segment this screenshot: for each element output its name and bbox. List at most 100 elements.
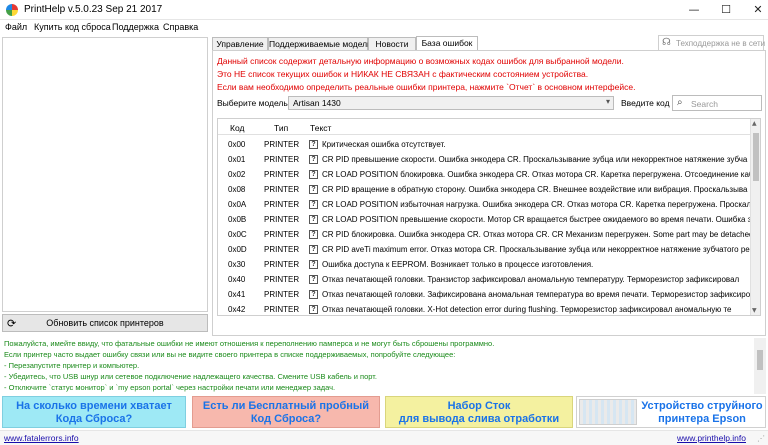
printer-list[interactable] xyxy=(2,37,208,312)
row-type: PRINTER xyxy=(264,230,300,239)
row-code: 0x01 xyxy=(228,155,246,164)
row-code: 0x40 xyxy=(228,275,246,284)
banner-line: Кода Сброса? xyxy=(55,413,133,425)
search-input[interactable]: ⌕ Search xyxy=(672,95,762,111)
row-text: CR LOAD POSITION превышение скорости. Мо… xyxy=(322,215,752,224)
scroll-down-icon[interactable]: ▼ xyxy=(752,307,757,314)
banner-line: На сколько времени хватает xyxy=(16,400,172,412)
row-text: Ошибка доступа к EEPROM. Возникает тольк… xyxy=(322,260,594,269)
title-bar: PrintHelp v.5.0.23 Sep 21 2017 — ☐ ✕ xyxy=(0,0,768,20)
headset-icon: ☊ xyxy=(662,37,671,48)
row-text: Отказ печатающей головки. Зафиксирована … xyxy=(322,290,751,299)
help-icon[interactable]: ? xyxy=(309,305,318,314)
row-type: PRINTER xyxy=(264,200,300,209)
table-scrollbar[interactable]: ▲ ▼ xyxy=(750,119,760,315)
help-icon[interactable]: ? xyxy=(309,290,318,299)
row-code: 0x08 xyxy=(228,185,246,194)
row-code: 0x00 xyxy=(228,140,246,149)
row-text: CR PID aveTi maximum error. Отказ мотора… xyxy=(322,245,750,254)
warning-line: Это НЕ список текущих ошибок и НИКАК НЕ … xyxy=(217,69,589,79)
column-header-type[interactable]: Тип xyxy=(274,123,288,133)
model-label: Выберите модель xyxy=(217,98,288,108)
code-label: Введите код xyxy=(621,98,670,108)
banner-line: принтера Epson xyxy=(658,413,746,425)
row-type: PRINTER xyxy=(264,140,300,149)
model-select[interactable]: Artisan 1430 ▾ xyxy=(288,96,614,110)
info-line: Пожалуйста, имейте ввиду, что фатальные … xyxy=(4,339,495,348)
info-scrollbar-thumb[interactable] xyxy=(757,350,763,370)
refresh-printers-button[interactable]: ⟳ Обновить список принтеров xyxy=(2,314,208,332)
row-code: 0x42 xyxy=(228,305,246,314)
row-type: PRINTER xyxy=(264,185,300,194)
table-row[interactable]: 0x42 PRINTER? Отказ печатающей головки. X-… xyxy=(218,301,752,315)
help-icon[interactable]: ? xyxy=(309,140,318,149)
row-text: CR PID блокировка. Ошибка энкодера CR. О… xyxy=(322,230,754,239)
banner-text: Устройство струйного принтера Epson xyxy=(639,400,765,426)
help-icon[interactable]: ? xyxy=(309,275,318,284)
close-button[interactable]: ✕ xyxy=(740,0,768,20)
row-code: 0x0C xyxy=(228,230,247,239)
row-type: PRINTER xyxy=(264,305,300,314)
maximize-button[interactable]: ☐ xyxy=(708,0,744,20)
tech-support-button[interactable]: ☊ Техподдержка не в сети xyxy=(658,35,765,51)
table-header: Код Тип Текст xyxy=(218,119,752,135)
row-type: PRINTER xyxy=(264,155,300,164)
info-line: - Отключите `статус монитор` и `my epson… xyxy=(4,383,336,392)
row-text: Критическая ошибка отсутствует. xyxy=(322,140,446,149)
row-code: 0x0B xyxy=(228,215,247,224)
menu-help[interactable]: Справка xyxy=(163,22,198,32)
tab-news[interactable]: Новости xyxy=(368,37,416,51)
info-scrollbar[interactable] xyxy=(754,338,766,394)
help-icon[interactable]: ? xyxy=(309,155,318,164)
row-code: 0x41 xyxy=(228,290,246,299)
row-type: PRINTER xyxy=(264,260,300,269)
column-header-text[interactable]: Текст xyxy=(310,123,331,133)
row-code: 0x0D xyxy=(228,245,247,254)
row-text: Отказ печатающей головки. X-Hot detectio… xyxy=(322,305,732,314)
banner-line: для вывода слива отработки xyxy=(398,413,560,425)
banner-line: Есть ли Бесплатный пробный xyxy=(202,400,370,412)
printhelp-link[interactable]: www.printhelp.info xyxy=(677,433,746,443)
row-text: CR LOAD POSITION блокировка. Ошибка энко… xyxy=(322,170,754,179)
banner-line: Код Сброса? xyxy=(250,413,322,425)
info-line: - Перезапустите принтер и компьютер. xyxy=(4,361,140,370)
column-header-code[interactable]: Код xyxy=(230,123,244,133)
tab-error-database[interactable]: База ошибок xyxy=(416,36,478,51)
menu-buy-reset-code[interactable]: Купить код сброса xyxy=(34,22,111,32)
scroll-up-icon[interactable]: ▲ xyxy=(752,120,757,127)
resize-grip-icon[interactable]: ⋰ xyxy=(757,434,765,443)
status-bar: www.fatalerrors.info www.printhelp.info … xyxy=(0,430,768,445)
row-code: 0x0A xyxy=(228,200,247,209)
row-text: CR LOAD POSITION избыточная нагрузка. Ош… xyxy=(322,200,759,209)
row-code: 0x30 xyxy=(228,260,246,269)
help-icon[interactable]: ? xyxy=(309,200,318,209)
scrollbar-thumb[interactable] xyxy=(753,133,759,181)
banner-free-trial-code[interactable]: Есть ли Бесплатный пробный Код Сброса? xyxy=(192,396,380,428)
help-icon[interactable]: ? xyxy=(309,230,318,239)
help-icon[interactable]: ? xyxy=(309,170,318,179)
banner-reset-code-duration[interactable]: На сколько времени хватает Кода Сброса? xyxy=(2,396,186,428)
row-text: CR PID вращение в обратную сторону. Ошиб… xyxy=(322,185,748,194)
row-text: CR PID превышение скорости. Ошибка энкод… xyxy=(322,155,748,164)
tab-control[interactable]: Управление xyxy=(212,37,268,51)
menu-file[interactable]: Файл xyxy=(5,22,27,32)
menu-bar: Файл Купить код сброса Поддержка Справка xyxy=(0,21,768,35)
search-placeholder: Search xyxy=(691,99,718,109)
banner-line: Устройство струйного xyxy=(641,400,763,412)
row-text: Отказ печатающей головки. Транзистор заф… xyxy=(322,275,740,284)
row-type: PRINTER xyxy=(264,245,300,254)
fatalerrors-link[interactable]: www.fatalerrors.info xyxy=(4,433,79,443)
info-line: Если принтер часто выдает ошибку связи и… xyxy=(4,350,456,359)
help-icon[interactable]: ? xyxy=(309,215,318,224)
help-icon[interactable]: ? xyxy=(309,260,318,269)
banner-waste-ink-kit[interactable]: Набор Сток для вывода слива отработки xyxy=(385,396,573,428)
banner-epson-printer-design[interactable]: Устройство струйного принтера Epson xyxy=(576,396,766,428)
error-table: Код Тип Текст 0x00 PRINTER? Критическая ош… xyxy=(217,118,761,316)
menu-support[interactable]: Поддержка xyxy=(112,22,159,32)
tab-supported-models[interactable]: Поддерживаемые модели xyxy=(268,37,372,51)
row-type: PRINTER xyxy=(264,215,300,224)
minimize-button[interactable]: — xyxy=(676,0,712,20)
help-icon[interactable]: ? xyxy=(309,185,318,194)
info-line: - Убедитесь, что USB шнур или сетевое по… xyxy=(4,372,377,381)
help-icon[interactable]: ? xyxy=(309,245,318,254)
